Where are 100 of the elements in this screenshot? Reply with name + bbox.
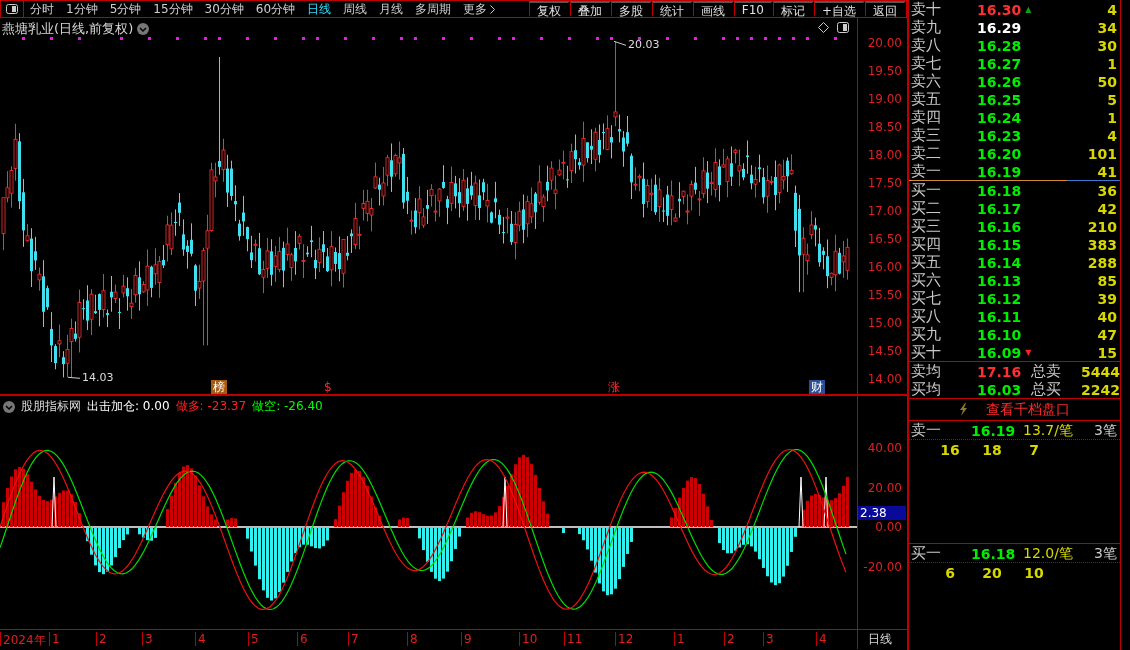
period-tab[interactable]: 更多 (457, 1, 502, 17)
volume-value: 15 (1096, 344, 1117, 361)
level-label: 买七 (911, 289, 942, 308)
period-tab[interactable]: 30分钟 (198, 1, 250, 17)
toolbar-button[interactable]: 标记 (772, 1, 814, 17)
time-label: 10 (522, 632, 538, 646)
period-tab[interactable]: 60分钟 (249, 1, 302, 17)
queue-average: 12.0/笔 (1023, 544, 1074, 563)
time-label: 3 (766, 632, 774, 646)
period-tab[interactable]: 5分钟 (103, 1, 148, 17)
time-label: 6 (300, 632, 308, 646)
chart-title: 燕塘乳业(日线,前复权) (2, 20, 134, 38)
event-marker[interactable]: 涨 (606, 380, 622, 394)
chevron-icon (490, 4, 496, 14)
price-tick: 17.00 (867, 204, 902, 218)
value-tick: 40.00 (867, 441, 902, 455)
price-tick: 14.00 (867, 372, 902, 386)
order-size: 10 (1023, 565, 1045, 581)
volume-value: 39 (1096, 290, 1117, 307)
event-marker[interactable]: $ (322, 380, 334, 394)
price-tick: 18.50 (867, 120, 902, 134)
current-value-label: 2.38 (858, 506, 906, 520)
price-value: 16.27 (977, 55, 1022, 72)
dropdown-icon[interactable] (137, 23, 150, 35)
volume-value: 34 (1096, 19, 1117, 36)
toolbar-button[interactable]: 统计 (651, 1, 693, 17)
volume-value: 50 (1096, 73, 1117, 90)
toolbar-button[interactable]: 多股 (610, 1, 652, 17)
diamond-icon[interactable] (818, 22, 829, 33)
price-value: 16.20 (977, 145, 1022, 162)
period-tab[interactable]: 1分钟 (60, 1, 104, 17)
volume-value: 1 (1106, 109, 1117, 126)
level-label: 卖五 (911, 90, 942, 109)
toolbar-button[interactable]: 画线 (692, 1, 734, 17)
toolbar-button[interactable]: 返回 (865, 1, 906, 17)
summary-label: 卖均 (911, 362, 942, 381)
event-badge[interactable]: 榜 (211, 380, 227, 394)
level-label: 卖八 (911, 36, 942, 55)
queue-price: 16.18 (971, 545, 1017, 562)
lightning-icon (959, 403, 968, 416)
queue-label: 买一 (911, 544, 942, 563)
level-label: 买六 (911, 271, 942, 290)
queue-count: 3笔 (1094, 544, 1117, 563)
event-badge[interactable]: 财 (809, 380, 825, 394)
value-tick: 20.00 (867, 480, 902, 495)
period-tab[interactable]: 多周期 (409, 1, 458, 17)
price-value: 16.15 (977, 236, 1022, 253)
level-label: 卖二 (911, 144, 942, 163)
summary-label: 总卖 (1031, 362, 1062, 381)
leader-line (67, 376, 81, 379)
time-label: 7 (351, 632, 359, 646)
price-value: 16.26 (977, 73, 1022, 90)
order-size: 6 (944, 565, 956, 581)
price-value: 16.28 (977, 37, 1022, 54)
price-value: 16.11 (977, 308, 1022, 325)
level-label: 买三 (911, 217, 942, 236)
time-label: 2 (727, 632, 735, 646)
level-label: 买二 (911, 199, 942, 218)
price-label: 14.03 (82, 371, 114, 385)
price-value: 16.14 (977, 254, 1022, 271)
toolbar-button[interactable]: F10 (733, 1, 773, 17)
period-tab[interactable]: 日线 (301, 1, 338, 17)
toolbar-button[interactable]: +自选 (813, 1, 865, 17)
queue-count: 3笔 (1094, 421, 1117, 440)
period-tab[interactable]: 周线 (337, 1, 374, 17)
price-value: 16.23 (977, 127, 1022, 144)
summary-label: 买均 (911, 380, 942, 399)
dropdown-icon[interactable] (3, 400, 15, 413)
price-tick: 19.50 (867, 64, 902, 78)
period-tab[interactable]: 15分钟 (147, 1, 199, 17)
volume-value: 30 (1096, 37, 1117, 54)
time-label: 3 (145, 632, 153, 646)
arrow-glyph: ▼ (1025, 348, 1032, 357)
price-value: 16.17 (977, 200, 1022, 217)
order-size: 16 (939, 442, 961, 458)
time-label: 4 (819, 632, 827, 646)
toolbar-button[interactable]: 复权 (528, 1, 570, 17)
indicator-value: 做多: -23.37 (175, 398, 247, 415)
time-label: 4 (198, 632, 206, 646)
period-tab[interactable]: 月线 (373, 1, 410, 17)
indicator-name: 股朋指标网 (21, 398, 81, 415)
level-label: 卖九 (911, 18, 942, 37)
volume-value: 41 (1096, 163, 1117, 180)
price-value: 16.30 (977, 1, 1022, 18)
volume-value: 40 (1096, 308, 1117, 325)
price-value: 16.19 (977, 163, 1022, 180)
leader-line (613, 40, 627, 46)
price-value: 16.24 (977, 109, 1022, 126)
price-tick: 15.50 (867, 288, 902, 302)
price-value: 16.09 (977, 344, 1022, 361)
toolbar-button[interactable]: 叠加 (569, 1, 611, 17)
price-value: 16.29 (977, 19, 1022, 36)
summary-price: 17.16 (977, 363, 1023, 380)
period-tab[interactable]: 分时 (24, 1, 60, 17)
price-tick: 20.00 (867, 36, 902, 50)
summary-total: 5444 (1081, 363, 1120, 380)
time-label: 8 (410, 632, 418, 646)
value-tick: -20.00 (863, 559, 902, 574)
depth-button[interactable]: 查看千档盘口 (986, 400, 1070, 419)
volume-value: 210 (1086, 218, 1117, 235)
